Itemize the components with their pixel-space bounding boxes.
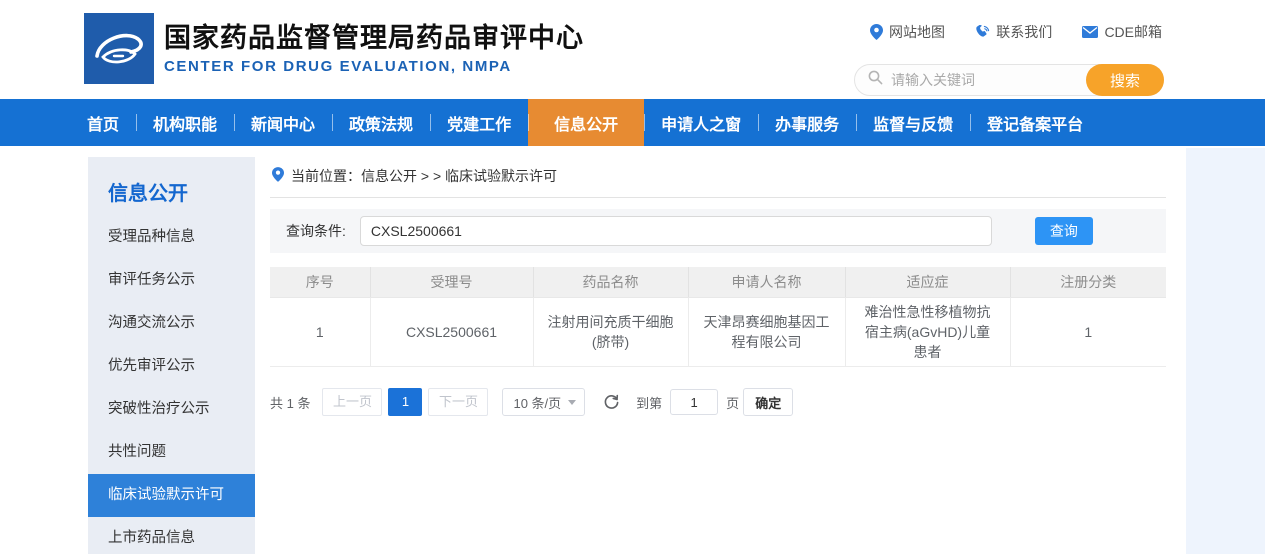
link-sitemap-label: 网站地图 — [889, 22, 945, 42]
col-header-indication: 适应症 — [845, 267, 1010, 297]
col-header-applicant: 申请人名称 — [688, 267, 845, 297]
cell-indication: 难治性急性移植物抗宿主病(aGvHD)儿童患者 — [845, 297, 1010, 367]
cell-registration-class: 1 — [1010, 297, 1166, 367]
nav-item-info-disclosure[interactable]: 信息公开 — [528, 99, 644, 146]
sidebar-item-review-tasks[interactable]: 审评任务公示 — [88, 259, 255, 302]
next-page-button[interactable]: 下一页 — [428, 388, 488, 416]
site-subtitle: CENTER FOR DRUG EVALUATION, NMPA — [164, 58, 584, 75]
page-size-select[interactable]: 10 条/页 — [502, 388, 585, 416]
link-mailbox[interactable]: CDE邮箱 — [1082, 22, 1162, 42]
sidebar-item-clinical-trial-implied-license[interactable]: 临床试验默示许可 — [88, 474, 255, 517]
brand-text: 国家药品监督管理局药品审评中心 CENTER FOR DRUG EVALUATI… — [164, 22, 584, 76]
site-title: 国家药品监督管理局药品审评中心 — [164, 22, 584, 56]
prev-page-button[interactable]: 上一页 — [322, 388, 382, 416]
query-label: 查询条件: — [286, 221, 346, 241]
query-bar: 查询条件: 查询 — [270, 209, 1166, 253]
page-number-button[interactable]: 1 — [388, 388, 422, 416]
total-count: 共 1 条 — [270, 393, 310, 412]
cell-acceptance-no: CXSL2500661 — [370, 297, 533, 367]
refresh-icon[interactable] — [603, 394, 620, 411]
table-header-row: 序号 受理号 药品名称 申请人名称 适应症 注册分类 — [270, 267, 1166, 297]
header-search: 搜索 — [854, 64, 1164, 96]
search-icon — [855, 70, 883, 90]
main-content: 当前位置：信息公开 > > 临床试验默示许可 查询条件: 查询 序号 受理号 药… — [270, 160, 1166, 416]
breadcrumb-text: 当前位置：信息公开 > > 临床试验默示许可 — [291, 166, 557, 186]
confirm-button[interactable]: 确定 — [743, 388, 793, 416]
cell-drug-name: 注射用间充质干细胞(脐带) — [533, 297, 688, 367]
nav-item-functions[interactable]: 机构职能 — [136, 99, 234, 146]
link-contact-label: 联系我们 — [996, 22, 1052, 42]
info-sidebar: 信息公开 受理品种信息 审评任务公示 沟通交流公示 优先审评公示 突破性治疗公示… — [88, 157, 255, 554]
query-condition-input[interactable] — [360, 216, 992, 246]
link-mailbox-label: CDE邮箱 — [1104, 22, 1162, 42]
sidebar-item-communication[interactable]: 沟通交流公示 — [88, 302, 255, 345]
sidebar-item-priority-review[interactable]: 优先审评公示 — [88, 345, 255, 388]
nav-item-home[interactable]: 首页 — [70, 99, 136, 146]
location-pin-icon — [870, 24, 883, 40]
breadcrumb-pin-icon — [272, 167, 284, 185]
col-header-registration-class: 注册分类 — [1010, 267, 1166, 297]
goto-suffix: 页 — [726, 393, 739, 412]
nav-item-party[interactable]: 党建工作 — [430, 99, 528, 146]
quick-links: 网站地图 联系我们 CDE邮箱 — [870, 22, 1162, 42]
brand[interactable]: 国家药品监督管理局药品审评中心 CENTER FOR DRUG EVALUATI… — [84, 13, 584, 84]
right-background-panel — [1186, 148, 1265, 554]
nav-item-registration-platform[interactable]: 登记备案平台 — [970, 99, 1100, 146]
sidebar-item-common-issues[interactable]: 共性问题 — [88, 431, 255, 474]
keyword-search-input[interactable] — [891, 72, 1051, 88]
link-contact[interactable]: 联系我们 — [975, 22, 1052, 42]
col-header-seq: 序号 — [270, 267, 370, 297]
phone-icon — [975, 25, 990, 40]
query-button[interactable]: 查询 — [1035, 217, 1093, 245]
col-header-drug-name: 药品名称 — [533, 267, 688, 297]
page-size-value: 10 条/页 — [513, 393, 561, 412]
cde-logo — [84, 13, 154, 84]
header-right: 网站地图 联系我们 CDE邮箱 搜索 — [854, 0, 1164, 96]
goto-prefix: 到第 — [636, 393, 662, 412]
sidebar-item-breakthrough-therapy[interactable]: 突破性治疗公示 — [88, 388, 255, 431]
main-nav: 首页 机构职能 新闻中心 政策法规 党建工作 信息公开 申请人之窗 办事服务 监… — [0, 99, 1265, 146]
goto-page-group: 到第 页 — [636, 389, 739, 415]
mail-icon — [1082, 26, 1098, 38]
pagination: 共 1 条 上一页 1 下一页 10 条/页 到第 页 确定 — [270, 388, 1166, 416]
nav-item-news[interactable]: 新闻中心 — [234, 99, 332, 146]
breadcrumb: 当前位置：信息公开 > > 临床试验默示许可 — [270, 160, 1166, 198]
nav-item-policies[interactable]: 政策法规 — [332, 99, 430, 146]
sidebar-title: 信息公开 — [88, 157, 255, 216]
col-header-acceptance-no: 受理号 — [370, 267, 533, 297]
cell-seq: 1 — [270, 297, 370, 367]
table-row: 1 CXSL2500661 注射用间充质干细胞(脐带) 天津昂赛细胞基因工程有限… — [270, 297, 1166, 367]
search-button[interactable]: 搜索 — [1086, 64, 1164, 96]
chevron-down-icon — [568, 400, 576, 405]
nav-item-supervision[interactable]: 监督与反馈 — [856, 99, 970, 146]
goto-page-input[interactable] — [670, 389, 718, 415]
results-table: 序号 受理号 药品名称 申请人名称 适应症 注册分类 1 CXSL2500661… — [270, 267, 1166, 367]
link-sitemap[interactable]: 网站地图 — [870, 22, 945, 42]
nav-item-applicant-window[interactable]: 申请人之窗 — [644, 99, 758, 146]
cell-applicant: 天津昂赛细胞基因工程有限公司 — [688, 297, 845, 367]
nav-item-services[interactable]: 办事服务 — [758, 99, 856, 146]
sidebar-item-accepted-varieties[interactable]: 受理品种信息 — [88, 216, 255, 259]
site-header: 国家药品监督管理局药品审评中心 CENTER FOR DRUG EVALUATI… — [0, 0, 1265, 99]
